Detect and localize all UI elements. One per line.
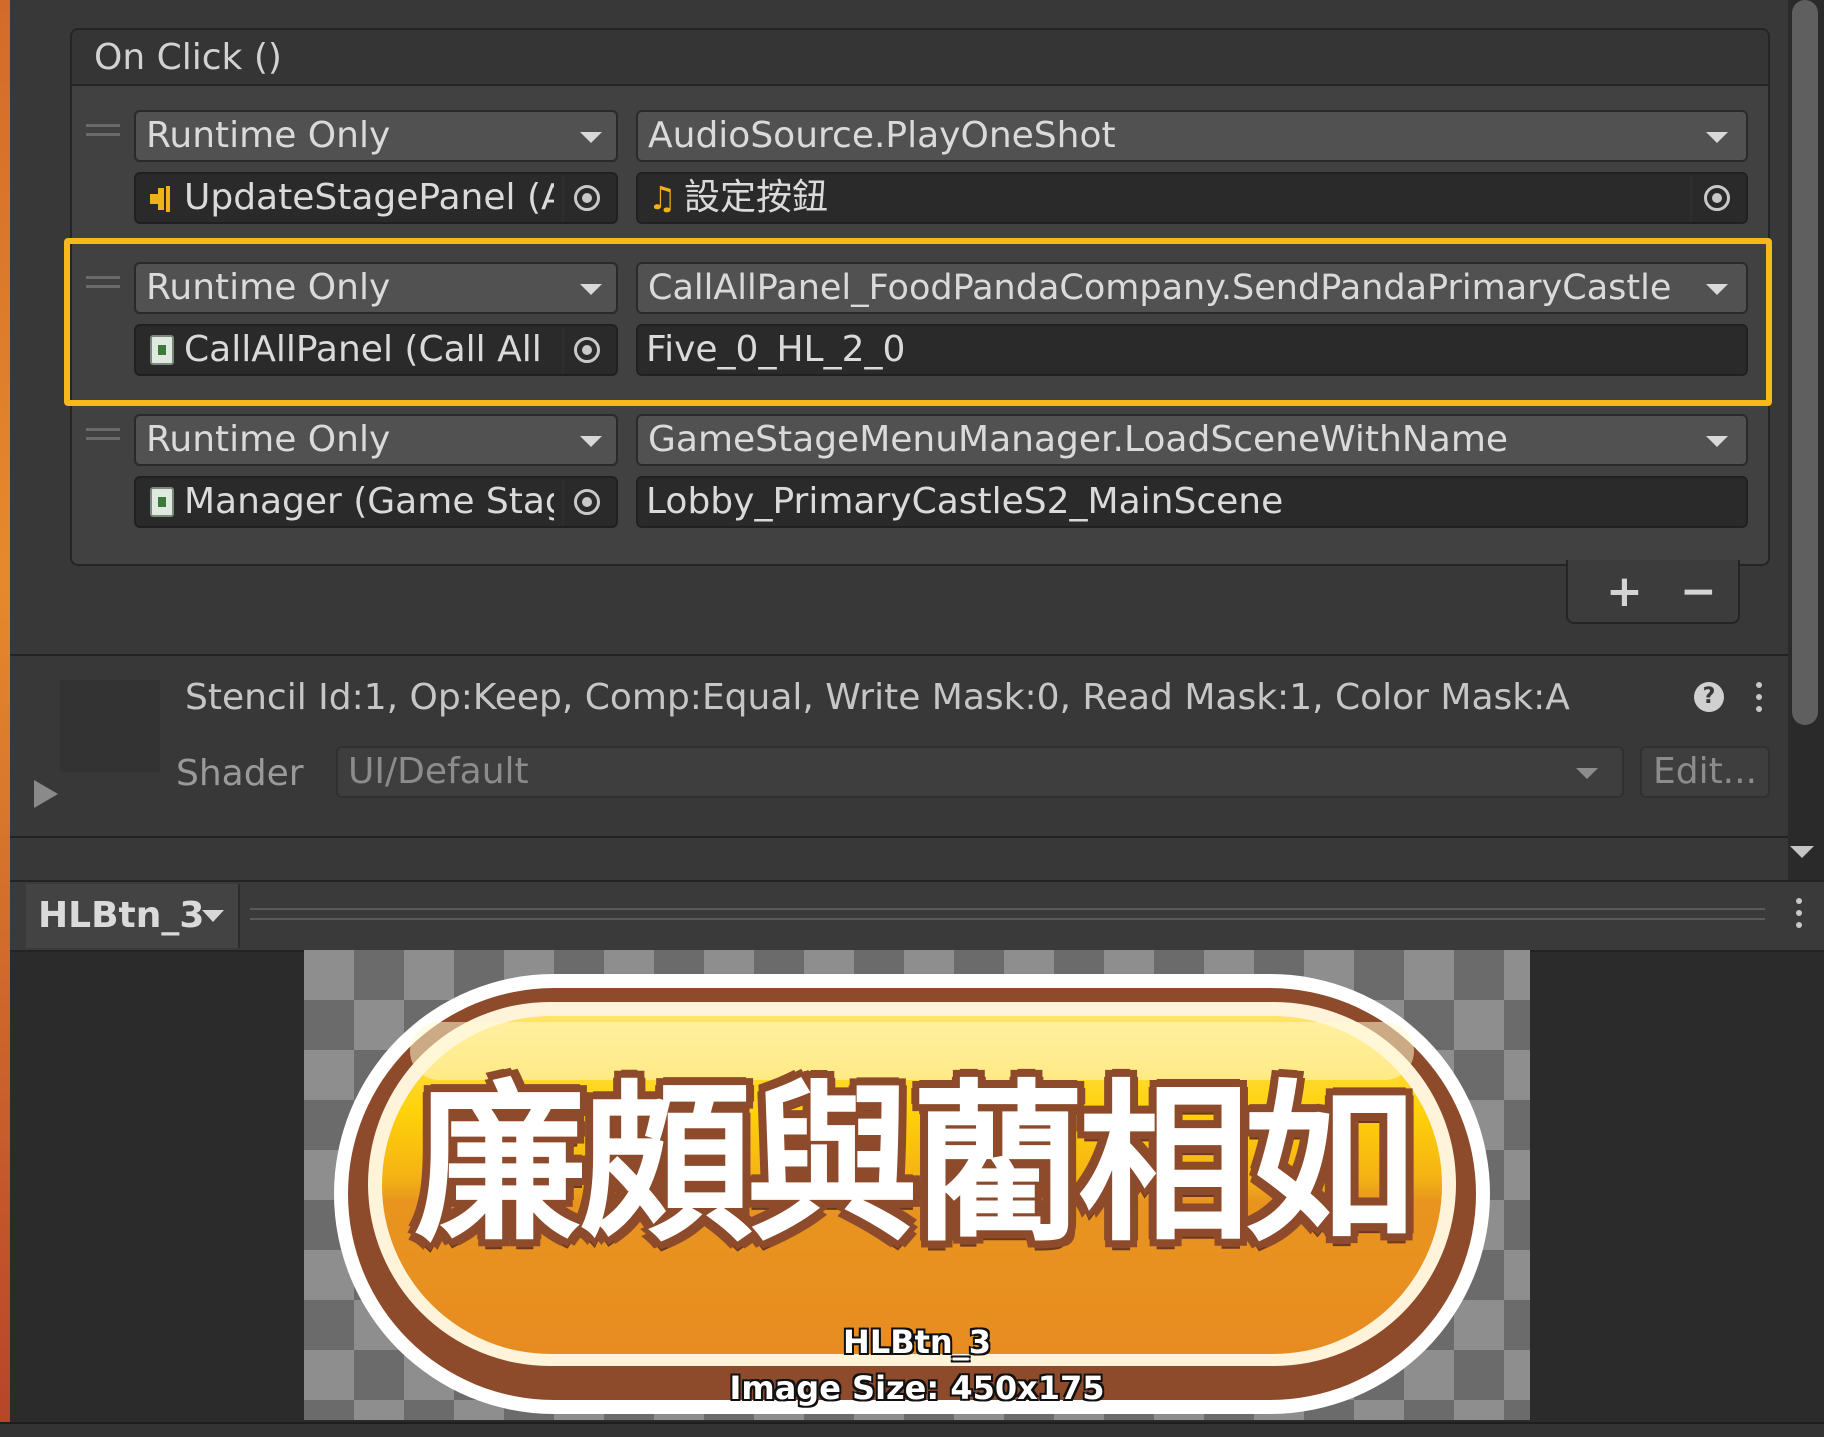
object-picker-icon[interactable] — [574, 489, 600, 515]
target-object-value: UpdateStagePanel (A — [184, 177, 554, 218]
image-size-label: Image Size: 450x175 — [729, 1369, 1105, 1407]
chevron-down-icon — [580, 436, 602, 447]
scroll-down-arrow-icon[interactable] — [1790, 846, 1814, 858]
audio-source-icon — [150, 186, 178, 212]
drag-handle-icon[interactable] — [86, 428, 120, 440]
object-picker-icon[interactable] — [1704, 185, 1730, 211]
chevron-down-icon — [1706, 436, 1728, 447]
asset-name-label: HLBtn_3 — [843, 1323, 991, 1361]
preview-resize-grip[interactable] — [250, 908, 1765, 920]
highlight-box — [64, 238, 1772, 406]
help-icon[interactable]: ? — [1694, 682, 1724, 712]
chevron-down-icon — [580, 132, 602, 143]
call-mode-value: Runtime Only — [146, 419, 391, 460]
call-mode-dropdown[interactable]: Runtime Only — [134, 414, 618, 466]
chevron-down-icon — [1576, 768, 1598, 779]
script-icon — [150, 487, 174, 517]
shader-value: UI/Default — [348, 751, 529, 792]
argument-value: 設定按鈕 — [684, 177, 829, 218]
function-value: GameStageMenuManager.LoadSceneWithName — [648, 419, 1509, 460]
preview-object-name: HLBtn_3 — [38, 895, 205, 936]
audio-clip-icon: ♫ — [648, 179, 677, 217]
shader-dropdown[interactable]: UI/Default — [336, 746, 1624, 798]
material-thumbnail — [60, 680, 160, 772]
field-separator — [562, 480, 564, 526]
function-dropdown[interactable]: GameStageMenuManager.LoadSceneWithName — [636, 414, 1748, 466]
inspector-scrollbar-thumb[interactable] — [1792, 0, 1818, 725]
field-separator — [1690, 176, 1692, 222]
more-options-icon[interactable] — [1756, 682, 1764, 714]
target-object-field[interactable]: Manager (Game Stage — [134, 476, 618, 528]
argument-object-field[interactable]: ♫ 設定按鈕 — [636, 172, 1748, 224]
foldout-arrow-icon[interactable] — [34, 780, 58, 808]
call-mode-value: Runtime Only — [146, 115, 391, 156]
edit-shader-button[interactable]: Edit... — [1640, 746, 1770, 798]
stencil-info: Stencil Id:1, Op:Keep, Comp:Equal, Write… — [185, 677, 1570, 718]
function-value: AudioSource.PlayOneShot — [648, 115, 1116, 156]
argument-value: Lobby_PrimaryCastleS2_MainScene — [646, 481, 1284, 522]
target-object-value: Manager (Game Stage — [184, 481, 554, 522]
onclick-event-header — [70, 28, 1770, 86]
section-divider — [10, 836, 1788, 838]
chevron-down-icon — [1706, 132, 1728, 143]
drag-handle-icon[interactable] — [86, 124, 120, 136]
function-dropdown[interactable]: AudioSource.PlayOneShot — [636, 110, 1748, 162]
preview-options-icon[interactable] — [1796, 898, 1804, 930]
chevron-down-icon[interactable] — [202, 910, 224, 922]
bottom-border — [0, 1422, 1824, 1437]
scene-view-edge — [0, 0, 10, 1437]
list-add-remove-bar: + − — [1566, 560, 1740, 624]
call-mode-dropdown[interactable]: Runtime Only — [134, 110, 618, 162]
add-entry-button[interactable]: + — [1606, 562, 1643, 622]
sprite-button-text: 廉頗與藺相如 — [414, 1064, 1416, 1265]
remove-entry-button[interactable]: − — [1680, 562, 1717, 622]
argument-string-field[interactable]: Lobby_PrimaryCastleS2_MainScene — [636, 476, 1748, 528]
onclick-event-title: On Click () — [94, 37, 282, 78]
section-divider — [10, 654, 1788, 656]
shader-label: Shader — [176, 753, 304, 794]
field-separator — [562, 176, 564, 222]
target-object-field[interactable]: UpdateStagePanel (A — [134, 172, 618, 224]
object-picker-icon[interactable] — [574, 185, 600, 211]
